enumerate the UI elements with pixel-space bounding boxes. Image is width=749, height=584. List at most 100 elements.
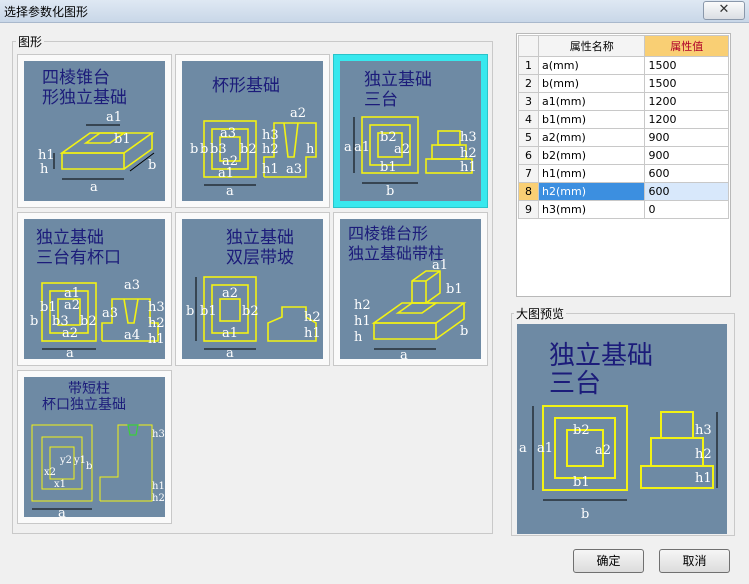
preview-dim-label: a2 [595,443,611,458]
preview-group-label: 大图预览 [514,305,567,322]
row-index: 7 [518,164,539,183]
properties-table: 属性名称 属性值 1 a(mm) 1500 2 b(mm) 1500 3 a1(mm) 12… [518,35,729,219]
row-index: 5 [518,128,539,147]
preview-dim-label: a1 [537,441,553,456]
shape-drawing: 带短柱 杯口独立基础 y2 x2 x1 y1 b a h3 h1 h2 [24,377,165,517]
dim-label: a2 [62,326,78,341]
row-index: 1 [518,56,539,75]
dim-label: h [40,162,49,177]
shape-caption-line: 双层带坡 [226,248,294,268]
row-index: 9 [518,200,539,219]
dim-label: a [226,184,234,199]
title-bar: 选择参数化图形 ✕ [0,0,749,23]
shape-caption-line: 杯形基础 [212,76,280,96]
dim-label: h1 [148,332,165,347]
dim-label: h3 [152,429,165,440]
property-value[interactable]: 1500 [644,74,729,93]
header-property-value[interactable]: 属性值 [644,35,729,57]
shape-thumb-short-column-cup[interactable]: 带短柱 杯口独立基础 y2 x2 x1 y1 b a h3 h1 h2 [17,370,172,524]
dim-label: a [66,346,74,359]
shape-thumb-pyramid-frustum[interactable]: 四棱锥台 形独立基础 a1 b1 h1 h a b [17,54,172,208]
dim-label: y1 [73,455,86,466]
row-index: 2 [518,74,539,93]
property-name: h2(mm) [537,182,646,201]
property-row[interactable]: 5 a2(mm) 900 [518,128,729,147]
cancel-button[interactable]: 取消 [659,549,730,573]
dim-label: b [30,314,38,329]
shape-caption-line: 四棱锥台 [42,68,110,88]
property-row[interactable]: 6 b2(mm) 900 [518,146,729,165]
property-row[interactable]: 2 b(mm) 1500 [518,74,729,93]
dim-label: h1 [354,314,371,329]
property-name: a(mm) [537,56,646,75]
preview-dim-label: b1 [573,475,590,490]
dim-label: b [460,324,468,339]
shape-thumb-three-step-foundation[interactable]: 独立基础 三台 b2 a2 a a1 b1 b h3 h2 h1 [333,54,488,208]
property-value[interactable]: 0 [644,200,729,219]
shape-thumb-three-step-cup[interactable]: 独立基础 三台有杯口 a1 a2 b1 a3 b b3 b2 a2 a a3 h… [17,212,172,366]
property-value[interactable]: 1500 [644,56,729,75]
dim-label: x1 [54,479,66,490]
dim-label: h3 [148,300,165,315]
dim-label: b [190,142,198,157]
dim-label: h2 [148,316,165,331]
dim-label: b [186,304,194,319]
dim-label: h2 [460,146,477,161]
close-button[interactable]: ✕ [703,1,745,20]
shape-caption-line: 形独立基础 [42,88,127,108]
property-row[interactable]: 3 a1(mm) 1200 [518,92,729,111]
dim-label: b1 [446,282,463,297]
preview-caption-line: 三台 [549,369,601,399]
preview-dim-label: h3 [695,423,712,438]
dim-label: b [148,158,156,173]
dim-label: a1 [354,140,370,155]
dim-label: a3 [220,126,236,141]
dim-label: a2 [290,106,306,121]
dim-label: h2 [354,298,371,313]
dim-label: h1 [152,481,165,492]
property-name: b1(mm) [537,110,646,129]
shape-caption-line: 带短柱 [68,381,110,397]
dim-label: b2 [240,142,257,157]
dim-label: b [386,184,394,199]
shape-thumb-two-layer-slope[interactable]: 独立基础 双层带坡 a2 b b1 b2 a1 a h2 h1 [175,212,330,366]
dim-label: h2 [304,310,321,325]
window-title: 选择参数化图形 [4,5,89,19]
shape-caption-line: 三台 [364,90,398,110]
dim-label: a3 [124,278,140,293]
preview-dim-label: h2 [695,447,712,462]
property-row-selected[interactable]: 8 h2(mm) 600 [518,182,729,201]
dim-label: a [226,346,234,359]
property-row[interactable]: 7 h1(mm) 600 [518,164,729,183]
property-row[interactable]: 1 a(mm) 1500 [518,56,729,75]
shape-drawing: 独立基础 双层带坡 a2 b b1 b2 a1 a h2 h1 [182,219,323,359]
shape-caption-line: 三台有杯口 [36,248,121,268]
dim-label: a1 [218,166,234,181]
dim-label: a2 [64,298,80,313]
shape-caption-line: 独立基础 [364,70,432,90]
property-value[interactable]: 900 [644,128,729,147]
ok-button[interactable]: 确定 [573,549,644,573]
property-row[interactable]: 9 h3(mm) 0 [518,200,729,219]
shape-thumb-cup-foundation[interactable]: 杯形基础 a2 a3 b b b3 b2 a2 a1 a h3 h2 h1 h … [175,54,330,208]
preview-dim-label: a [519,441,527,456]
property-name: b(mm) [537,74,646,93]
property-value[interactable]: 600 [644,182,729,201]
property-value[interactable]: 900 [644,146,729,165]
dim-label: b1 [40,300,57,315]
shape-caption-line: 四棱锥台形 [348,224,428,243]
dim-label: h1 [460,160,477,175]
dim-label: h1 [304,326,321,341]
dim-label: h [306,142,315,157]
preview-dim-label: b2 [573,423,590,438]
property-value[interactable]: 1200 [644,110,729,129]
preview-dim-label: h1 [695,471,712,486]
row-index: 3 [518,92,539,111]
dim-label: a [58,506,66,517]
dim-label: a4 [124,328,140,343]
header-property-name[interactable]: 属性名称 [537,35,646,57]
shape-thumb-pyramid-with-column[interactable]: 四棱锥台形 独立基础带柱 a1 b1 h2 h1 h a b [333,212,488,366]
property-value[interactable]: 1200 [644,92,729,111]
property-row[interactable]: 4 b1(mm) 1200 [518,110,729,129]
property-value[interactable]: 600 [644,164,729,183]
